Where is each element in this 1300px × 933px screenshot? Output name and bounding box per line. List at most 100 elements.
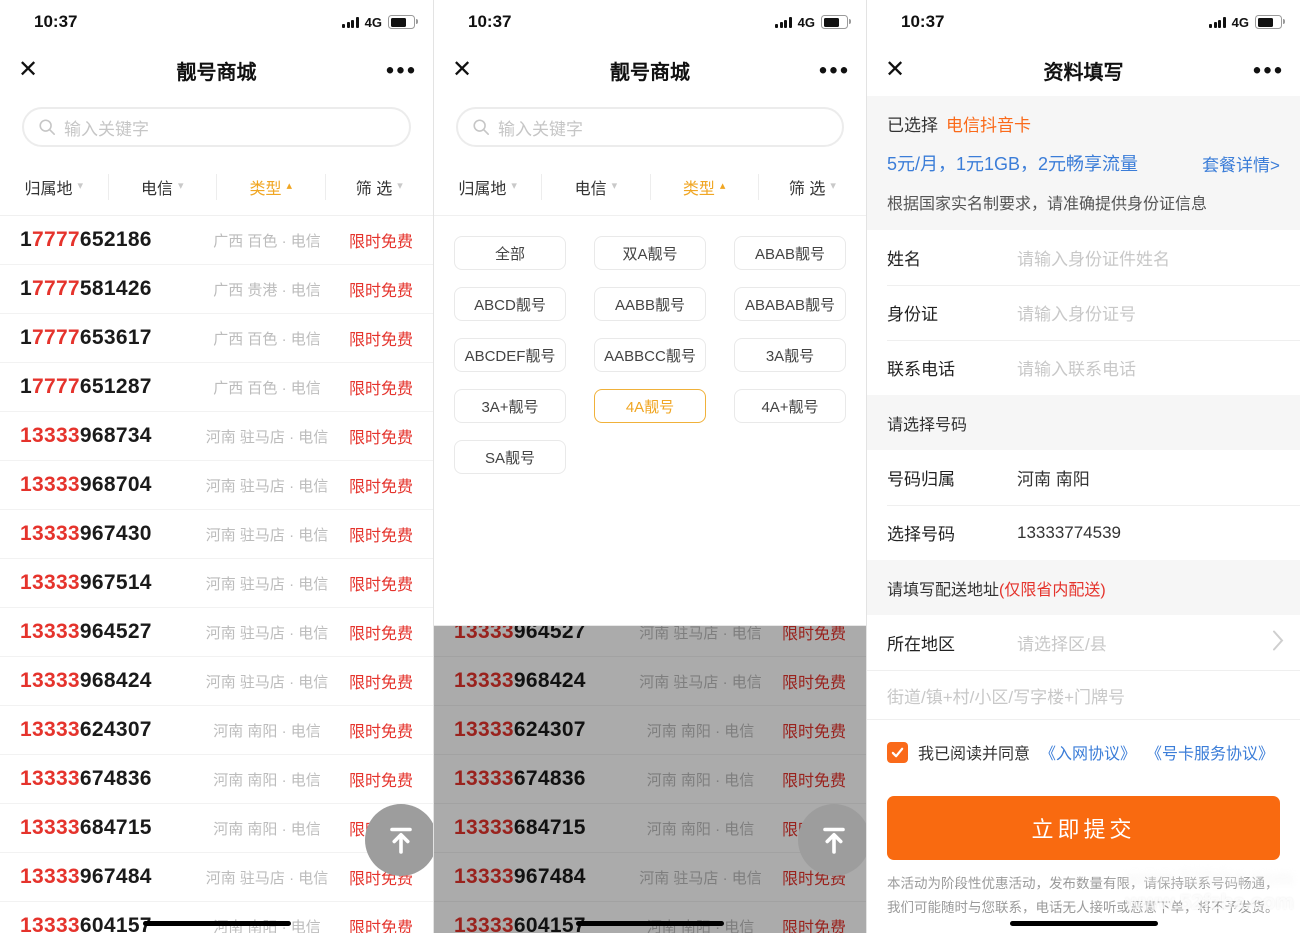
battery-icon: [821, 15, 851, 29]
category-chip-grid: 全部 双A靓号 ABAB靓号 ABCD靓号 AABB靓号 ABABAB靓号 AB…: [454, 236, 846, 474]
number-list-item[interactable]: 13333967430 河南 驻马店 · 电信 限时免费: [0, 510, 433, 559]
number-list-item[interactable]: 13333964527 河南 驻马店 · 电信 限时免费: [0, 608, 433, 657]
category-chip[interactable]: 双A靓号: [594, 236, 706, 270]
phone-number: 13333968424: [20, 669, 152, 692]
filter-bar: 归属地 ▾ 电信 ▾ 类型 ▴ 筛 选 ▾: [0, 158, 433, 216]
street-address-input[interactable]: 街道/镇+村/小区/写字楼+门牌号: [867, 670, 1300, 720]
form-field-row[interactable]: 姓名 请输入身份证件姓名: [867, 230, 1300, 285]
network-label: 4G: [364, 14, 382, 30]
phone-number: 13333684715: [20, 816, 152, 839]
number-location: 河南 驻马店 · 电信: [205, 575, 329, 593]
close-icon[interactable]: ✕: [885, 58, 905, 82]
network-label: 4G: [797, 14, 815, 30]
submit-button[interactable]: 立即提交: [887, 796, 1280, 860]
home-indicator: [142, 921, 291, 926]
network-agreement-link[interactable]: 《入网协议》: [1040, 740, 1136, 764]
category-chip[interactable]: 3A靓号: [734, 338, 846, 372]
number-list-item[interactable]: 13333968734 河南 驻马店 · 电信 限时免费: [0, 412, 433, 461]
region-picker-row[interactable]: 所在地区 请选择区/县: [867, 615, 1300, 670]
number-list-item[interactable]: 13333624307 河南 南阳 · 电信 限时免费: [0, 706, 433, 755]
nav-bar: ✕ 靓号商城 ●●●: [434, 44, 866, 96]
phone-number: 17777652186: [20, 228, 152, 251]
close-icon[interactable]: ✕: [18, 58, 38, 82]
more-menu-icon[interactable]: ●●●: [1252, 62, 1284, 79]
back-to-top-button[interactable]: [798, 804, 866, 876]
number-location: 河南 南阳 · 电信: [213, 722, 321, 740]
chevron-icon: ▾: [511, 180, 517, 192]
category-chip[interactable]: ABAB靓号: [734, 236, 846, 270]
dim-overlay[interactable]: [434, 626, 866, 933]
identity-fields: 姓名 请输入身份证件姓名 身份证 请输入身份证号 联系电话 请输入联系电话: [867, 230, 1300, 395]
chosen-number-row[interactable]: 选择号码 13333774539: [867, 505, 1300, 560]
street-placeholder: 街道/镇+村/小区/写字楼+门牌号: [887, 687, 1126, 707]
number-list-item[interactable]: 13333674836 河南 南阳 · 电信 限时免费: [0, 755, 433, 804]
free-badge: 限时免费: [348, 724, 413, 741]
phone-number: 17777653617: [20, 326, 152, 349]
number-list-item[interactable]: 13333968424 河南 驻马店 · 电信 限时免费: [0, 657, 433, 706]
filter-dropdown[interactable]: 电信 ▾: [109, 173, 217, 200]
number-list-item[interactable]: 13333967514 河南 驻马店 · 电信 限时免费: [0, 559, 433, 608]
chevron-icon: ▾: [830, 180, 836, 192]
search-placeholder: 输入关键字: [498, 119, 583, 139]
close-icon[interactable]: ✕: [452, 58, 472, 82]
number-list-item[interactable]: 17777653617 广西 百色 · 电信 限时免费: [0, 314, 433, 363]
category-chip[interactable]: AABBCC靓号: [594, 338, 706, 372]
field-placeholder: 请输入身份证件姓名: [1017, 250, 1170, 269]
number-location: 广西 百色 · 电信: [213, 379, 321, 397]
category-chip[interactable]: AABB靓号: [594, 287, 706, 321]
status-bar: 10:37 4G: [867, 0, 1300, 44]
filter-dropdown[interactable]: 归属地 ▾: [434, 173, 543, 200]
category-chip[interactable]: 全部: [454, 236, 566, 270]
card-service-agreement-link[interactable]: 《号卡服务协议》: [1146, 740, 1274, 764]
agreement-checkbox[interactable]: [887, 741, 908, 763]
free-badge: 限时免费: [348, 528, 413, 545]
filter-dropdown[interactable]: 归属地 ▾: [0, 173, 109, 200]
more-menu-icon[interactable]: ●●●: [818, 62, 850, 79]
free-badge: 限时免费: [348, 283, 413, 300]
number-list-item[interactable]: 13333967484 河南 驻马店 · 电信 限时免费: [0, 853, 433, 902]
field-label: 选择号码: [887, 525, 955, 544]
signal-icon: [775, 16, 792, 28]
back-to-top-button[interactable]: [365, 804, 433, 876]
number-location: 河南 驻马店 · 电信: [205, 673, 329, 691]
plan-details-link[interactable]: 套餐详情>: [1202, 151, 1280, 176]
category-chip[interactable]: ABCDEF靓号: [454, 338, 566, 372]
battery-icon: [388, 15, 418, 29]
page-title: 资料填写: [1043, 61, 1124, 84]
category-chip[interactable]: ABABAB靓号: [734, 287, 846, 321]
number-list-item[interactable]: 17777581426 广西 贵港 · 电信 限时免费: [0, 265, 433, 314]
category-chip[interactable]: ABCD靓号: [454, 287, 566, 321]
number-list-item[interactable]: 13333604157 河南 南阳 · 电信 限时免费: [0, 902, 433, 933]
free-badge: 限时免费: [348, 626, 413, 643]
panel-type-filter: 10:37 4G ✕ 靓号商城 ●●● 输入关键字 归属地 ▾ 电信 ▾ 类型 …: [433, 0, 866, 933]
category-chip[interactable]: 3A+靓号: [454, 389, 566, 423]
phone-number: 17777581426: [20, 277, 152, 300]
top-arrow-icon: [390, 827, 412, 854]
filter-bar: 归属地 ▾ 电信 ▾ 类型 ▴ 筛 选 ▾: [434, 158, 866, 216]
form-field-row[interactable]: 联系电话 请输入联系电话: [867, 340, 1300, 395]
search-icon: [473, 119, 490, 136]
form-field-row[interactable]: 身份证 请输入身份证号: [867, 285, 1300, 340]
field-placeholder: 请输入联系电话: [1017, 360, 1136, 379]
filter-dropdown[interactable]: 电信 ▾: [542, 173, 651, 200]
more-menu-icon[interactable]: ●●●: [385, 62, 417, 79]
agreement-row: 我已阅读并同意 《入网协议》 《号卡服务协议》: [867, 720, 1300, 770]
number-list-item[interactable]: 17777652186 广西 百色 · 电信 限时免费: [0, 216, 433, 265]
number-list-item[interactable]: 17777651287 广西 百色 · 电信 限时免费: [0, 363, 433, 412]
search-input[interactable]: 输入关键字: [22, 107, 411, 147]
phone-number: 13333674836: [20, 767, 152, 790]
number-list-item[interactable]: 13333968704 河南 驻马店 · 电信 限时免费: [0, 461, 433, 510]
filter-dropdown[interactable]: 类型 ▴: [651, 173, 759, 200]
filter-dropdown[interactable]: 类型 ▴: [217, 173, 326, 200]
number-location: 河南 南阳 · 电信: [213, 820, 321, 838]
filter-dropdown[interactable]: 筛 选 ▾: [326, 174, 434, 200]
category-chip[interactable]: 4A+靓号: [734, 389, 846, 423]
free-badge: 限时免费: [348, 332, 413, 349]
category-chip[interactable]: SA靓号: [454, 440, 566, 474]
battery-icon: [1255, 15, 1285, 29]
category-chip[interactable]: 4A靓号: [594, 389, 706, 423]
filter-dropdown[interactable]: 筛 选 ▾: [759, 174, 866, 200]
field-label: 联系电话: [887, 360, 955, 379]
number-location: 广西 百色 · 电信: [213, 232, 321, 250]
search-input[interactable]: 输入关键字: [456, 107, 844, 147]
